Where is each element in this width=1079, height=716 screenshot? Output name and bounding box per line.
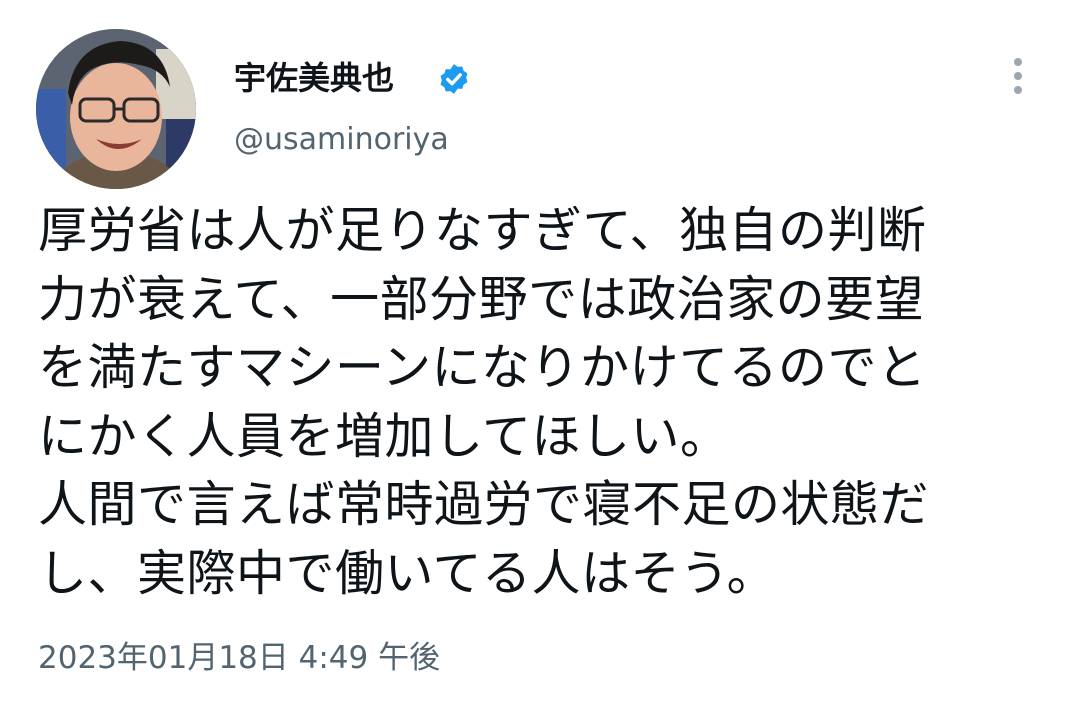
tweet-text-line: にかく人員を増加してほしい。 [38,407,730,465]
more-dot [1014,72,1022,80]
tweet-text-line: 力が衰えて、一部分野では政治家の要望 [38,270,925,328]
tweet-card: 宇佐美典也 @usaminoriya 厚労省は人が足りなすぎて、独自の判断 力が… [0,0,1079,716]
avatar-photo-icon [36,29,196,189]
more-dot [1014,86,1022,94]
tweet-text: 厚労省は人が足りなすぎて、独自の判断 力が衰えて、一部分野では政治家の要望 を満… [38,197,1058,608]
verified-badge-icon [440,64,468,94]
more-options-button[interactable] [998,52,1038,100]
tweet-text-line: 厚労省は人が足りなすぎて、独自の判断 [38,202,927,259]
tweet-text-line: 人間で言えば常時過労で寝不足の状態だ [38,476,930,533]
tweet-text-line: し、実際中で働いてる人はそう。 [38,544,777,602]
author-handle[interactable]: @usaminoriya [234,120,449,160]
tweet-text-line: を満たすマシーンになりかけてるのでと [38,339,927,396]
tweet-timestamp[interactable]: 2023年01月18日 4:49 午後 [38,636,440,680]
author-name[interactable]: 宇佐美典也 [234,56,394,100]
author-avatar[interactable] [36,29,196,189]
more-vertical-icon [1014,58,1022,66]
